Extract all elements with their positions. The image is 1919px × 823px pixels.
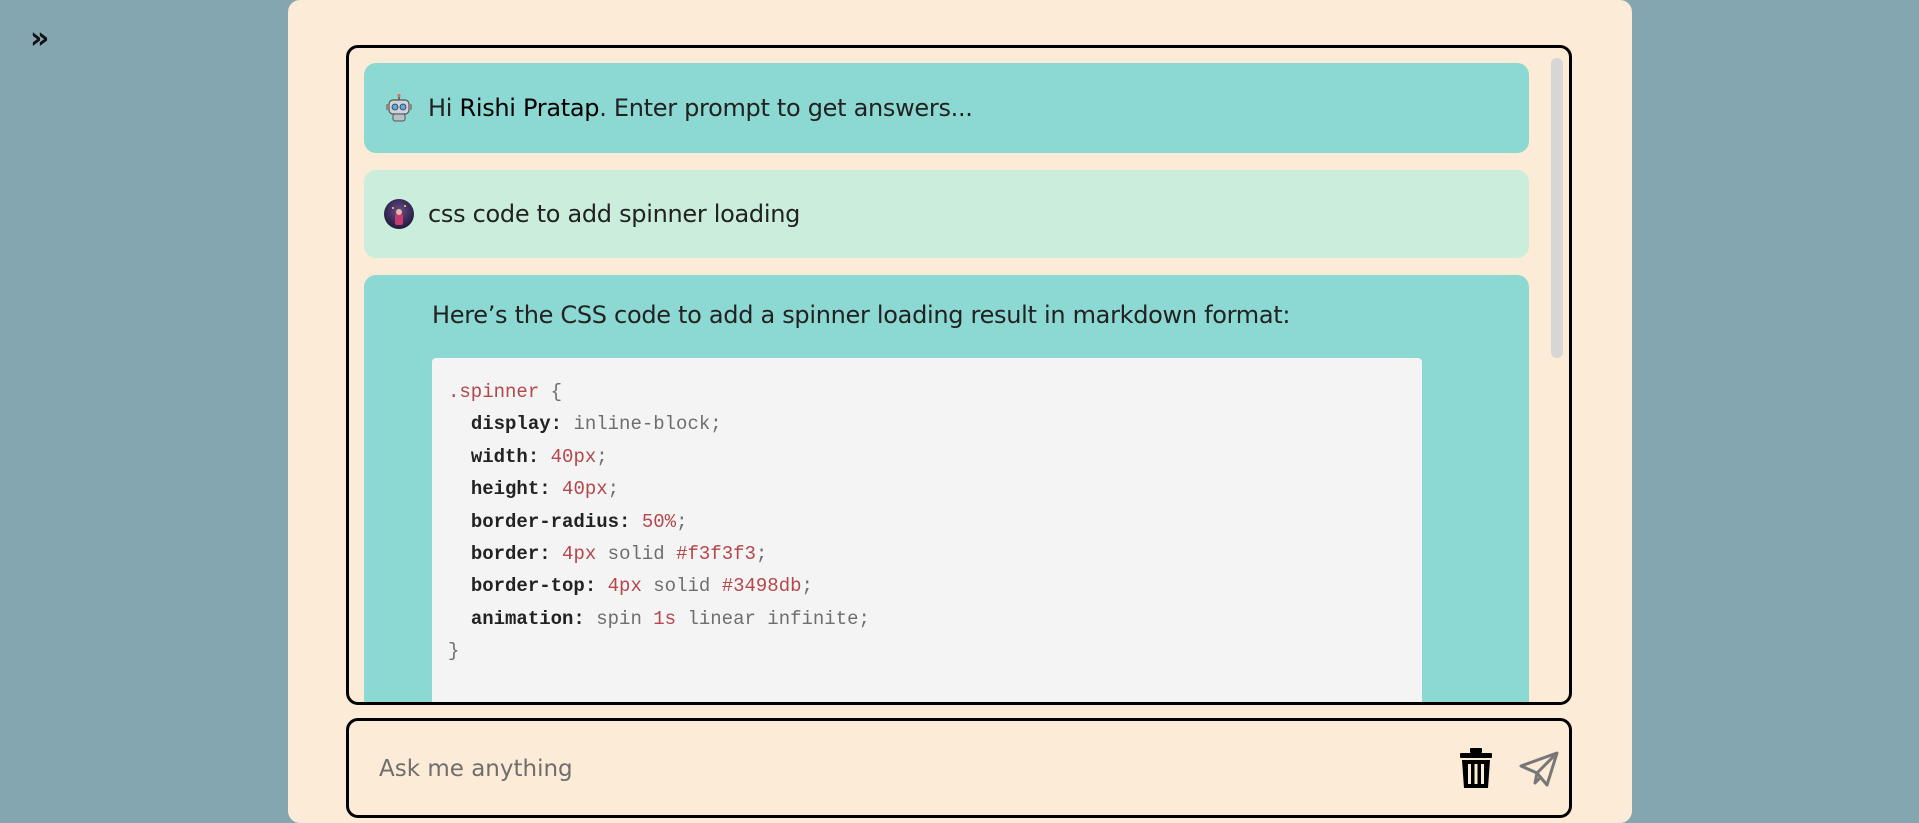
code-semicolon: ; [858, 607, 870, 630]
chat-panel: Hi Rishi Pratap. Enter prompt to get ans… [288, 0, 1632, 823]
code-property: border-radius: [470, 510, 631, 533]
user-message-text: css code to add spinner loading [428, 200, 801, 228]
bot-greeting-message: Hi Rishi Pratap. Enter prompt to get ans… [364, 63, 1529, 153]
prompt-input[interactable] [377, 747, 1341, 791]
code-line: display: inline-block; [448, 408, 1406, 440]
user-message: css code to add spinner loading [364, 170, 1529, 258]
chat-history[interactable]: Hi Rishi Pratap. Enter prompt to get ans… [346, 45, 1572, 705]
code-property: display: [470, 413, 563, 436]
code-value: inline-block [573, 413, 711, 436]
code-line: border: 4px solid #f3f3f3; [448, 538, 1406, 570]
trash-icon[interactable] [1459, 748, 1493, 792]
code-property: width: [470, 445, 540, 468]
code-value: 40px [562, 478, 608, 501]
code-value: 4px [607, 575, 642, 598]
code-semicolon: ; [755, 542, 768, 565]
code-value: solid [596, 542, 677, 565]
code-line: border-top: 4px solid #3498db; [448, 570, 1406, 602]
user-avatar-icon [384, 199, 414, 229]
greeting-text: Hi Rishi Pratap. Enter prompt to get ans… [428, 94, 973, 122]
code-value: #f3f3f3 [676, 542, 756, 565]
prompt-bar [346, 718, 1572, 818]
code-value: 40px [550, 445, 597, 468]
bot-answer-message: Here’s the CSS code to add a spinner loa… [364, 275, 1529, 702]
code-block: .spinner { display: inline-block; width:… [432, 358, 1422, 702]
code-line: height: 40px; [448, 473, 1406, 505]
code-value: 50% [641, 510, 677, 533]
code-value: #3498db [721, 575, 802, 598]
greeting-prefix: Hi [428, 94, 460, 122]
code-value: 4px [562, 542, 597, 565]
code-semicolon: ; [607, 478, 620, 501]
code-property: border-top: [470, 575, 597, 598]
code-value: spin [596, 607, 654, 630]
robot-avatar-icon [384, 93, 414, 123]
code-brace: { [539, 381, 563, 403]
sidebar-expand-button[interactable]: » [30, 24, 49, 54]
scrollbar[interactable] [1551, 58, 1563, 358]
code-line: border-radius: 50%; [448, 506, 1406, 538]
code-property: border: [470, 542, 551, 565]
code-semicolon: ; [676, 510, 688, 533]
code-line: animation: spin 1s linear infinite; [448, 603, 1406, 635]
code-brace: } [448, 640, 460, 663]
code-line: } [448, 635, 1406, 667]
code-property: animation: [470, 607, 585, 630]
code-semicolon: ; [710, 413, 722, 436]
code-line: width: 40px; [448, 441, 1406, 473]
code-semicolon: ; [801, 575, 813, 598]
code-line: .spinner { [448, 376, 1406, 408]
code-value: solid [641, 575, 722, 598]
send-icon[interactable] [1519, 751, 1559, 791]
code-selector: .spinner [448, 381, 540, 403]
code-semicolon: ; [596, 445, 608, 468]
answer-intro-text: Here’s the CSS code to add a spinner loa… [432, 301, 1291, 329]
greeting-suffix: . Enter prompt to get answers... [599, 94, 973, 122]
code-value: 1s [653, 607, 677, 630]
user-name: Rishi Pratap [459, 94, 600, 122]
code-property: height: [470, 478, 551, 501]
code-value: linear infinite [676, 607, 859, 630]
